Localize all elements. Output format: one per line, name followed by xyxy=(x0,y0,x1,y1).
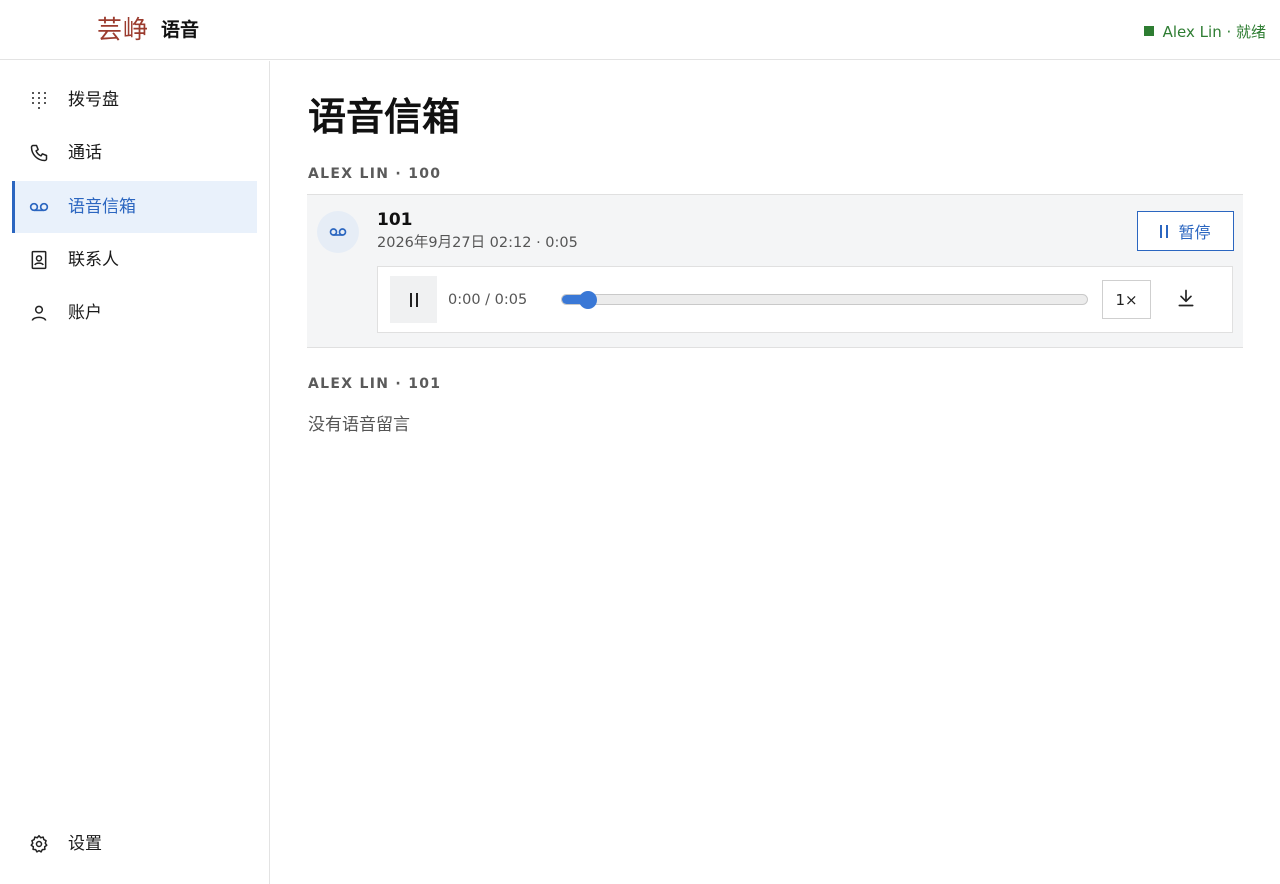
gear-icon xyxy=(29,834,49,854)
sidebar-item-label: 拨号盘 xyxy=(68,90,119,110)
sidebar-item-label: 账户 xyxy=(68,303,102,323)
status-dot-icon xyxy=(1143,26,1154,36)
phone-icon xyxy=(29,143,49,163)
sidebar-item-label: 语音信箱 xyxy=(68,197,136,217)
playback-time: 0:00 / 0:05 xyxy=(448,292,528,308)
pause-button[interactable]: 暂停 xyxy=(1137,211,1234,251)
playback-speed-button[interactable]: 1× xyxy=(1102,280,1151,319)
sidebar-item-label: 通话 xyxy=(68,143,102,163)
sidebar-item-label: 设置 xyxy=(68,834,102,854)
page-title: 语音信箱 xyxy=(308,95,461,139)
sidebar-item-label: 联系人 xyxy=(68,250,119,270)
sidebar-item-calls[interactable]: 通话 xyxy=(12,127,257,179)
audio-player: 0:00 / 0:05 1× xyxy=(377,266,1233,333)
status-text: Alex Lin · 就绪 xyxy=(1162,22,1266,41)
brand-logo: 芸峥 xyxy=(97,15,150,44)
person-icon xyxy=(29,303,49,323)
voicemail-icon xyxy=(317,211,359,253)
dialpad-icon xyxy=(29,90,49,110)
sidebar-item-voicemail[interactable]: 语音信箱 xyxy=(12,181,257,233)
connection-status: Alex Lin · 就绪 xyxy=(1143,20,1266,42)
seek-slider[interactable] xyxy=(561,291,1088,309)
app-name: 语音 xyxy=(161,19,200,41)
top-bar: 芸峥 语音 Alex Lin · 就绪 xyxy=(0,0,1280,60)
download-button[interactable] xyxy=(1171,285,1201,315)
mailbox-label: ALEX LIN · 101 xyxy=(308,376,442,392)
caller-number: 101 xyxy=(377,210,413,230)
download-icon xyxy=(1176,288,1196,312)
sidebar-item-contacts[interactable]: 联系人 xyxy=(12,234,257,286)
sidebar: 拨号盘 通话 语音信箱 联系人 账户 设置 xyxy=(0,61,270,884)
pause-icon xyxy=(409,292,418,307)
player-pause-button[interactable] xyxy=(390,276,437,323)
seek-thumb[interactable] xyxy=(579,291,597,309)
brand[interactable]: 芸峥 语音 xyxy=(97,12,199,48)
sidebar-item-dialpad[interactable]: 拨号盘 xyxy=(12,74,257,126)
voicemail-icon xyxy=(29,197,49,217)
main-content: 语音信箱 ALEX LIN · 100 101 2026年9月27日 02:12… xyxy=(271,61,1280,884)
empty-state-text: 没有语音留言 xyxy=(308,415,410,435)
voicemail-item[interactable]: 101 2026年9月27日 02:12 · 0:05 暂停 0:00 / 0:… xyxy=(307,194,1243,348)
pause-icon xyxy=(1160,224,1169,238)
voicemail-meta: 2026年9月27日 02:12 · 0:05 xyxy=(377,235,578,251)
app-window: 芸峥 语音 Alex Lin · 就绪 拨号盘 通话 语音信箱 联系人 账户 设… xyxy=(0,0,1280,884)
sidebar-item-account[interactable]: 账户 xyxy=(12,287,257,339)
contact-book-icon xyxy=(29,250,49,270)
pause-button-label: 暂停 xyxy=(1178,223,1211,242)
sidebar-item-settings[interactable]: 设置 xyxy=(12,818,257,870)
mailbox-label: ALEX LIN · 100 xyxy=(308,166,442,182)
